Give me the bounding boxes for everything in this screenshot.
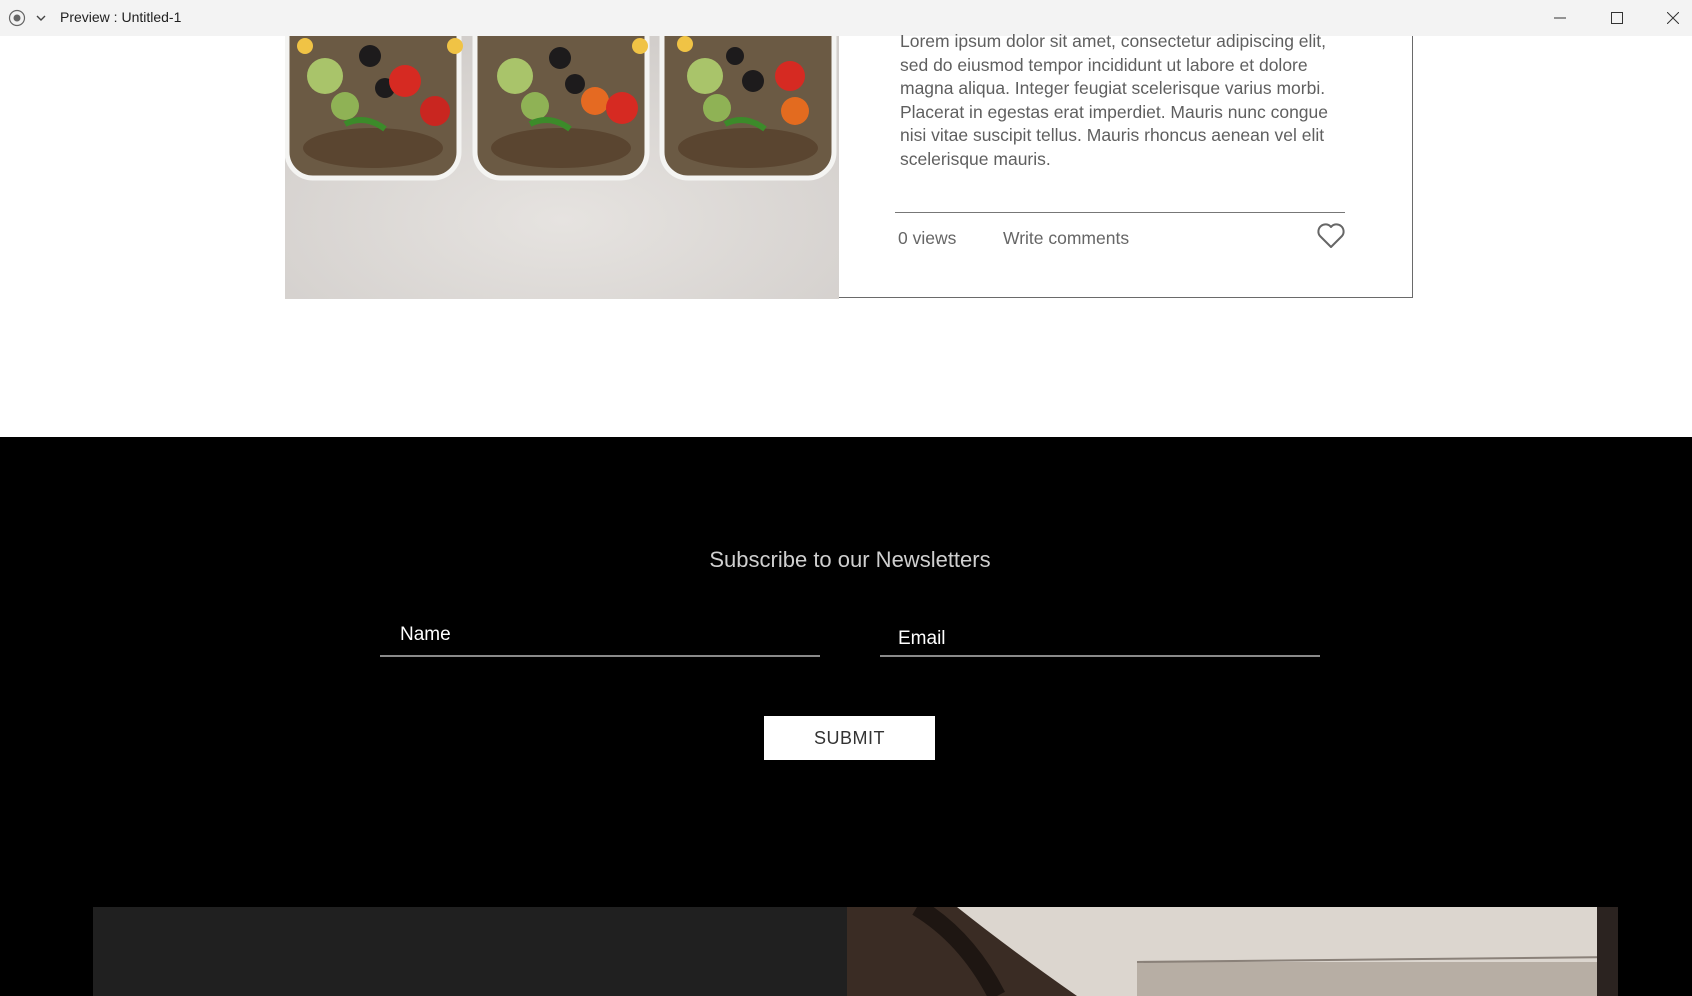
bottom-dark-panel: [93, 907, 847, 996]
post-divider: [895, 212, 1345, 213]
record-icon[interactable]: [8, 9, 26, 27]
maximize-icon: [1611, 12, 1623, 24]
write-comments-link[interactable]: Write comments: [1003, 228, 1129, 249]
maximize-button[interactable]: [1589, 0, 1645, 36]
window-title: Preview : Untitled-1: [60, 9, 182, 25]
minimize-button[interactable]: [1532, 0, 1588, 36]
post-excerpt: Lorem ipsum dolor sit amet, consectetur …: [900, 31, 1329, 169]
submit-button[interactable]: SUBMIT: [764, 716, 935, 760]
minimize-icon: [1554, 17, 1566, 19]
newsletter-section: Subscribe to our Newsletters SUBMIT: [0, 437, 1692, 996]
newsletter-title: Subscribe to our Newsletters: [709, 547, 991, 572]
name-field-wrapper: [380, 615, 820, 657]
chevron-down-icon[interactable]: [34, 11, 48, 25]
email-input[interactable]: [880, 615, 1320, 655]
close-button[interactable]: [1645, 0, 1692, 36]
window-titlebar: Preview : Untitled-1: [0, 0, 1692, 36]
name-input[interactable]: [380, 615, 820, 655]
email-field-wrapper: [880, 615, 1320, 657]
post-image: [285, 36, 839, 299]
heart-icon[interactable]: [1316, 222, 1346, 250]
post-card: Lorem ipsum dolor sit amet, consectetur …: [839, 31, 1413, 298]
post-views: 0 views: [898, 228, 957, 248]
bottom-image: [847, 907, 1618, 996]
close-icon: [1667, 12, 1679, 24]
